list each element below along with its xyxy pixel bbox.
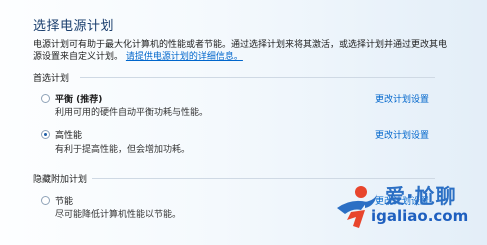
section-divider [80,77,435,78]
plan-balanced-radio[interactable] [41,94,50,103]
description: 电源计划可有助于最大化计算机的性能或者节能。通过选择计划来将其激活，或选择计划并… [33,39,453,63]
plan-details-link[interactable]: 请提供电源计划的详细信息。 [126,52,243,62]
preferred-plans-heading: 首选计划 [33,74,70,84]
section-divider [92,178,435,179]
plan-high-performance-desc: 有利于提高性能，但会增加功耗。 [55,145,191,155]
page-title: 选择电源计划 [33,19,115,34]
watermark-top-text: 爱·尬聊 [385,184,457,208]
plan-high-performance-radio[interactable] [41,130,50,139]
plan-balanced-name[interactable]: 平衡 (推荐) [55,92,102,105]
plan-high-performance-name[interactable]: 高性能 [55,128,82,141]
plan-balanced-desc: 利用可用的硬件自动平衡功耗与性能。 [55,108,209,118]
plan-balanced-change-link[interactable]: 更改计划设置 [375,92,429,105]
watermark-logo: 爱·尬聊 igaliao.com [323,180,473,240]
hidden-plans-heading[interactable]: 隐藏附加计划 [33,172,87,185]
plan-high-performance-change-link[interactable]: 更改计划设置 [375,128,429,141]
plan-power-saver-radio[interactable] [41,196,50,205]
watermark-bottom-text: igaliao.com [371,207,469,225]
plan-power-saver-desc: 尽可能降低计算机性能以节能。 [55,210,182,220]
plan-power-saver-name[interactable]: 节能 [55,194,73,207]
